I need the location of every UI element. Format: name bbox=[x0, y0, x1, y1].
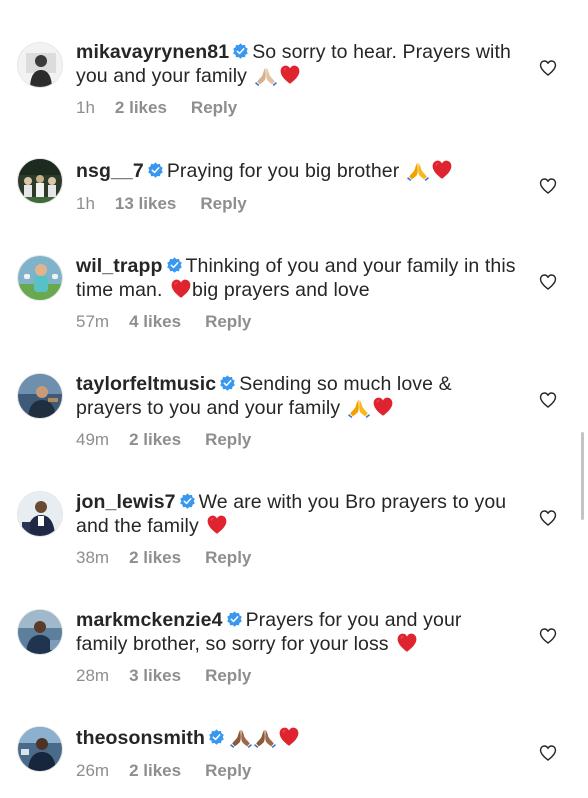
scrollbar[interactable] bbox=[581, 432, 584, 520]
avatar[interactable] bbox=[17, 726, 63, 772]
comment-likes-link[interactable]: 2 likes bbox=[115, 98, 167, 118]
comment-username[interactable]: taylorfeltmusic bbox=[76, 373, 216, 395]
folded-hands-dark-skin-emoji bbox=[254, 726, 276, 748]
red-heart-emoji bbox=[206, 514, 228, 536]
comment-timestamp: 49m bbox=[76, 430, 110, 449]
comment-likes-link[interactable]: 13 likes bbox=[115, 194, 176, 214]
avatar[interactable] bbox=[17, 491, 63, 537]
verified-badge-icon bbox=[166, 257, 183, 274]
comment-timestamp: 57m bbox=[76, 312, 110, 331]
reply-button[interactable]: Reply bbox=[205, 761, 251, 781]
comment-username[interactable]: theosonsmith bbox=[76, 727, 205, 749]
red-heart-emoji bbox=[279, 64, 301, 86]
comment-timestamp: 1h bbox=[76, 194, 95, 213]
reply-button[interactable]: Reply bbox=[205, 430, 251, 450]
red-heart-emoji bbox=[278, 726, 300, 748]
red-heart-emoji bbox=[372, 396, 394, 418]
folded-hands-light-skin-emoji bbox=[255, 64, 277, 86]
comment-likes-link[interactable]: 2 likes bbox=[129, 548, 181, 568]
comment-likes-link[interactable]: 4 likes bbox=[129, 312, 181, 332]
comment-likes-link[interactable]: 3 likes bbox=[129, 666, 181, 686]
comment-text-continued: big prayers and love bbox=[192, 279, 370, 301]
verified-badge-icon bbox=[219, 375, 236, 392]
folded-hands-emoji bbox=[348, 396, 370, 418]
avatar[interactable] bbox=[17, 158, 63, 204]
like-heart-icon[interactable] bbox=[538, 743, 558, 763]
comment-username[interactable]: nsg__7 bbox=[76, 160, 144, 182]
comment-likes-link[interactable]: 2 likes bbox=[129, 430, 181, 450]
like-heart-icon[interactable] bbox=[538, 272, 558, 292]
comment-username[interactable]: mikavayrynen81 bbox=[76, 41, 229, 63]
like-heart-icon[interactable] bbox=[538, 508, 558, 528]
like-heart-icon[interactable] bbox=[538, 176, 558, 196]
verified-badge-icon bbox=[226, 611, 243, 628]
comment-timestamp: 28m bbox=[76, 666, 110, 685]
verified-badge-icon bbox=[147, 162, 164, 179]
comment-timestamp: 26m bbox=[76, 761, 110, 780]
comment-timestamp: 1h bbox=[76, 98, 95, 117]
reply-button[interactable]: Reply bbox=[205, 548, 251, 568]
verified-badge-icon bbox=[232, 43, 249, 60]
comment-likes-link[interactable]: 2 likes bbox=[129, 761, 181, 781]
red-heart-emoji bbox=[431, 159, 453, 181]
verified-badge-icon bbox=[208, 729, 225, 746]
comment-username[interactable]: jon_lewis7 bbox=[76, 491, 176, 513]
like-heart-icon[interactable] bbox=[538, 626, 558, 646]
comment-username[interactable]: markmckenzie4 bbox=[76, 609, 223, 631]
reply-button[interactable]: Reply bbox=[205, 312, 251, 332]
avatar[interactable] bbox=[17, 609, 63, 655]
avatar[interactable] bbox=[17, 255, 63, 301]
folded-hands-emoji bbox=[407, 159, 429, 181]
reply-button[interactable]: Reply bbox=[200, 194, 246, 214]
like-heart-icon[interactable] bbox=[538, 58, 558, 78]
comment-timestamp: 38m bbox=[76, 548, 110, 567]
red-heart-emoji bbox=[396, 632, 418, 654]
comment-text: Praying for you big brother bbox=[166, 160, 400, 182]
reply-button[interactable]: Reply bbox=[205, 666, 251, 686]
reply-button[interactable]: Reply bbox=[191, 98, 237, 118]
avatar[interactable] bbox=[17, 42, 63, 88]
folded-hands-dark-skin-emoji bbox=[230, 726, 252, 748]
avatar[interactable] bbox=[17, 373, 63, 419]
verified-badge-icon bbox=[179, 493, 196, 510]
comment-username[interactable]: wil_trapp bbox=[76, 255, 163, 277]
red-heart-emoji bbox=[170, 278, 192, 300]
like-heart-icon[interactable] bbox=[538, 390, 558, 410]
